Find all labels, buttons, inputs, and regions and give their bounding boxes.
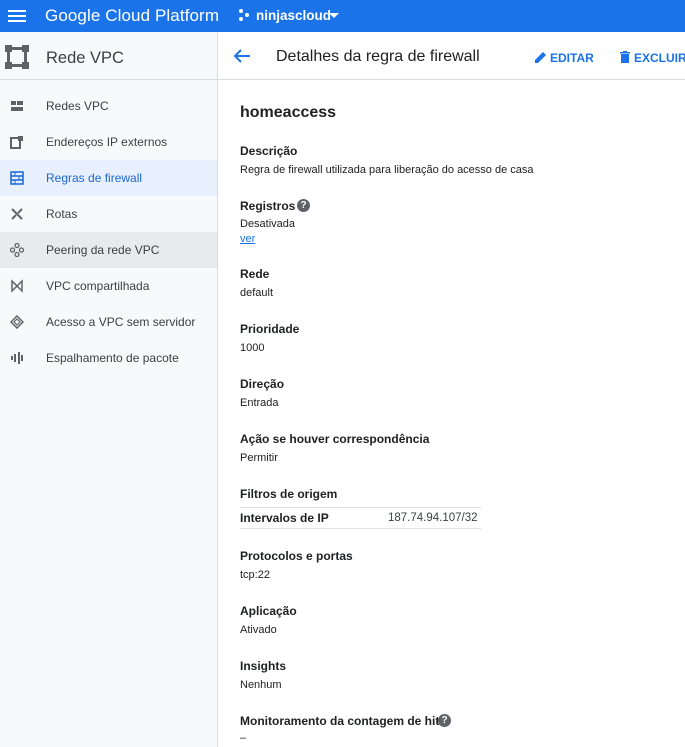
edit-button-label: EDITAR <box>550 51 594 65</box>
help-icon[interactable]: ? <box>297 199 310 212</box>
peering-icon <box>10 243 24 257</box>
top-app-bar: Google Cloud Platform ninjascloud <box>0 0 685 32</box>
vpc-networks-icon <box>11 101 23 111</box>
product-name[interactable]: Google Cloud Platform <box>45 6 219 26</box>
priority-value: 1000 <box>240 342 265 354</box>
sidebar-item-vpc-networks[interactable]: Redes VPC <box>0 88 217 124</box>
sidebar-item-routes[interactable]: Rotas <box>0 196 217 232</box>
sidebar-item-packet-mirroring[interactable]: Espalhamento de pacote <box>0 340 217 376</box>
sidebar-item-label: Rotas <box>46 207 78 221</box>
project-selector[interactable]: ninjascloud <box>256 8 331 23</box>
ip-ranges-label: Intervalos de IP <box>240 511 329 525</box>
source-filters-label: Filtros de origem <box>240 487 338 501</box>
sidebar-header: Rede VPC <box>0 32 217 80</box>
direction-label: Direção <box>240 377 285 391</box>
action-value: Permitir <box>240 452 278 464</box>
sidebar-item-label: Peering da rede VPC <box>46 243 160 257</box>
ip-ranges-row: Intervalos de IP 187.74.94.107/32 <box>240 507 481 529</box>
action-label: Ação se houver correspondência <box>240 432 430 446</box>
pencil-icon <box>535 52 546 63</box>
sidebar-item-vpc-peering[interactable]: Peering da rede VPC <box>0 232 217 268</box>
external-ip-icon <box>10 136 23 149</box>
insights-value: Nenhum <box>240 679 282 691</box>
trash-icon <box>620 51 630 63</box>
firewall-icon <box>10 171 24 185</box>
vpc-network-logo-icon <box>5 45 29 69</box>
network-label: Rede <box>240 267 270 281</box>
page-title: Detalhes da regra de firewall <box>276 48 480 65</box>
ip-ranges-value: 187.74.94.107/32 <box>388 512 478 524</box>
sidebar-item-external-ips[interactable]: Endereços IP externos <box>0 124 217 160</box>
priority-label: Prioridade <box>240 322 300 336</box>
menu-icon[interactable] <box>8 7 26 25</box>
sidebar: Rede VPC Redes VPC Endereços IP externos… <box>0 32 218 747</box>
protocols-value: tcp:22 <box>240 569 270 581</box>
direction-value: Entrada <box>240 397 279 409</box>
protocols-label: Protocolos e portas <box>240 549 353 563</box>
hit-count-value: – <box>240 732 247 744</box>
hit-count-label: Monitoramento da contagem de hits <box>240 714 447 728</box>
sidebar-item-label: Espalhamento de pacote <box>46 351 179 365</box>
rule-name: homeaccess <box>240 104 337 121</box>
sidebar-item-firewall-rules[interactable]: Regras de firewall <box>0 160 217 196</box>
sidebar-item-label: Endereços IP externos <box>46 135 168 149</box>
view-logs-link[interactable]: ver <box>240 233 255 245</box>
enforcement-label: Aplicação <box>240 604 297 618</box>
routes-icon <box>11 208 23 220</box>
description-value: Regra de firewall utilizada para liberaç… <box>240 164 534 176</box>
help-icon[interactable]: ? <box>438 714 451 727</box>
enforcement-value: Ativado <box>240 624 277 636</box>
sidebar-item-label: Redes VPC <box>46 99 109 113</box>
network-value: default <box>240 287 274 299</box>
sidebar-title: Rede VPC <box>46 49 124 67</box>
chevron-down-icon[interactable] <box>329 13 339 18</box>
delete-button-label: EXCLUIR <box>634 51 685 65</box>
content-header: Detalhes da regra de firewall EDITAR EXC… <box>218 32 685 80</box>
sidebar-item-serverless-vpc-access[interactable]: Acesso a VPC sem servidor <box>0 304 217 340</box>
sidebar-item-label: VPC compartilhada <box>46 279 150 293</box>
sidebar-item-label: Regras de firewall <box>46 171 143 185</box>
description-label: Descrição <box>240 144 298 158</box>
sidebar-item-label: Acesso a VPC sem servidor <box>46 315 196 329</box>
sidebar-item-shared-vpc[interactable]: VPC compartilhada <box>0 268 217 304</box>
arrow-back-icon[interactable] <box>233 48 251 64</box>
serverless-access-icon <box>10 315 24 329</box>
insights-label: Insights <box>240 659 287 673</box>
project-icon[interactable] <box>238 8 250 22</box>
packet-mirroring-icon <box>11 352 23 364</box>
shared-vpc-icon <box>11 279 23 293</box>
logs-label: Registros <box>240 199 296 213</box>
logs-value: Desativada <box>240 218 296 230</box>
